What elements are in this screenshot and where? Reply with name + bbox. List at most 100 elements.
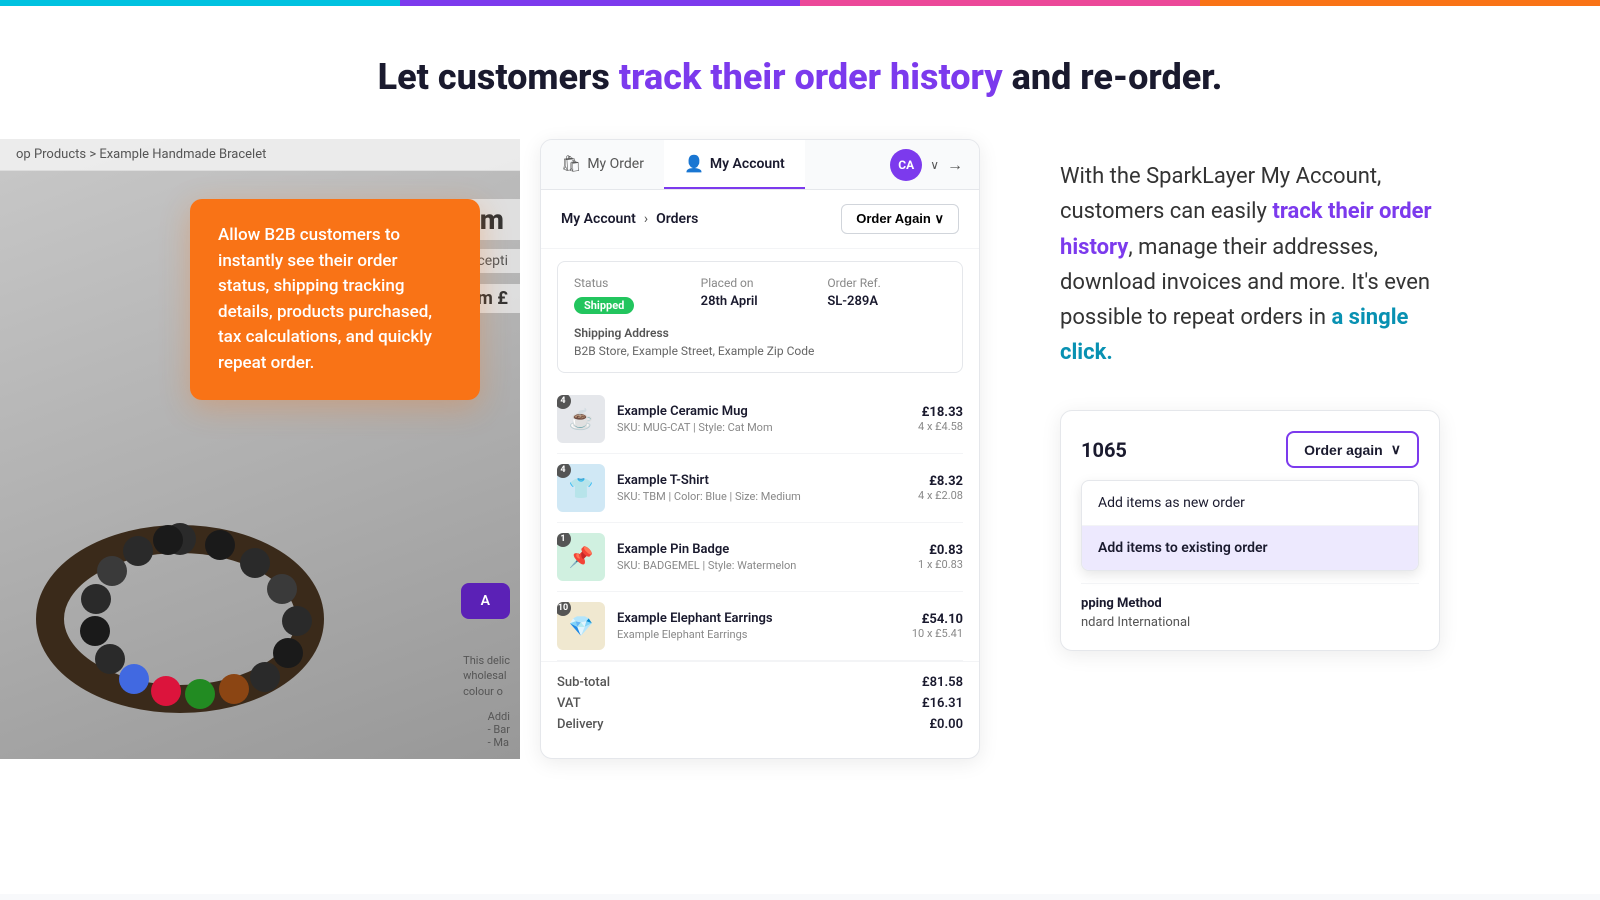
page-breadcrumb: op Products > Example Handmade Bracelet <box>0 139 520 171</box>
price-unit-1: 4 x £4.58 <box>918 420 963 433</box>
nav-my-account[interactable]: 👤 My Account <box>664 140 805 189</box>
shipping-method-value: ndard International <box>1081 615 1419 630</box>
order-again-dropdown: Add items as new order Add items to exis… <box>1081 480 1419 571</box>
order-number: 1065 <box>1081 438 1127 462</box>
nav-right-controls: CA ∨ → <box>890 149 979 181</box>
left-panel: op Products > Example Handmade Bracelet … <box>0 139 520 759</box>
product-row: 10 💎 Example Elephant Earrings Example E… <box>557 592 963 661</box>
breadcrumb-parent[interactable]: My Account <box>561 211 636 227</box>
page-wrapper: Let customers track their order history … <box>0 0 1600 894</box>
product-price-1: £18.33 4 x £4.58 <box>918 405 963 433</box>
hero-suffix: and re-order. <box>1003 56 1223 98</box>
description-partial: This delic wholesal colour o <box>463 653 510 699</box>
right-panel: With the SparkLayer My Account, customer… <box>1000 139 1600 759</box>
product-thumb-3: 1 📌 <box>557 533 605 581</box>
status-column: Status Shipped <box>574 276 693 314</box>
product-name-2: Example T-Shirt <box>617 473 906 488</box>
nav-my-order-label: My Order <box>587 156 644 172</box>
nav-my-account-label: My Account <box>710 156 785 172</box>
avatar: CA <box>890 149 922 181</box>
product-thumb-4: 10 💎 <box>557 602 605 650</box>
arrow-right-icon[interactable]: → <box>947 155 963 175</box>
panel-breadcrumb: My Account › Orders Order Again ∨ <box>541 190 979 249</box>
placed-on-value: 28th April <box>701 294 820 309</box>
product-row: 4 ☕ Example Ceramic Mug SKU: MUG-CAT | S… <box>557 385 963 454</box>
order-ref-value: SL-289A <box>827 294 946 309</box>
shipping-method-label-text: pping Method <box>1081 596 1162 611</box>
desc-line-3: colour o <box>463 684 510 699</box>
product-name-4: Example Elephant Earrings <box>617 611 900 626</box>
dropdown-item-existing-order[interactable]: Add items to existing order <box>1082 526 1418 570</box>
nav-my-order[interactable]: 🛍 My Order <box>541 140 664 189</box>
center-nav: 🛍 My Order 👤 My Account CA ∨ → <box>541 140 979 190</box>
product-sku-2: SKU: TBM | Color: Blue | Size: Medium <box>617 490 906 503</box>
subtotal-row: Sub-total £81.58 <box>557 672 963 693</box>
order-again-header: 1065 Order again ∨ <box>1081 431 1419 468</box>
shipping-address-value: B2B Store, Example Street, Example Zip C… <box>574 344 946 358</box>
price-total-4: £54.10 <box>912 612 963 627</box>
desc-line-2: wholesal <box>463 668 510 683</box>
product-row: 1 📌 Example Pin Badge SKU: BADGEMEL | St… <box>557 523 963 592</box>
order-ref-label: Order Ref. <box>827 276 946 290</box>
order-again-button[interactable]: Order Again ∨ <box>841 204 959 234</box>
price-total-3: £0.83 <box>918 543 963 558</box>
order-again-chevron: ∨ <box>1391 441 1401 458</box>
add-to-cart-partial[interactable]: A <box>461 583 510 619</box>
shipping-method-label: pping Method <box>1081 596 1419 611</box>
top-bar-cyan <box>0 0 400 6</box>
product-info-2: Example T-Shirt SKU: TBM | Color: Blue |… <box>617 473 906 503</box>
price-unit-3: 1 x £0.83 <box>918 558 963 571</box>
vat-row: VAT £16.31 <box>557 693 963 714</box>
order-totals: Sub-total £81.58 VAT £16.31 Delivery £0.… <box>541 661 979 745</box>
top-bar-orange <box>1200 0 1600 6</box>
order-ref-column: Order Ref. SL-289A <box>827 276 946 314</box>
price-total-1: £18.33 <box>918 405 963 420</box>
tshirt-emoji: 👕 <box>569 476 594 500</box>
subtotal-label: Sub-total <box>557 675 610 690</box>
product-price-3: £0.83 1 x £0.83 <box>918 543 963 571</box>
product-price-2: £8.32 4 x £2.08 <box>918 474 963 502</box>
product-sku-1: SKU: MUG-CAT | Style: Cat Mom <box>617 421 906 434</box>
person-icon: 👤 <box>684 154 704 173</box>
tooltip-text: Allow B2B customers to instantly see the… <box>218 225 432 373</box>
price-unit-4: 10 x £5.41 <box>912 627 963 640</box>
add-info-1: Addi <box>488 710 510 723</box>
order-again-label: Order Again ∨ <box>856 211 944 227</box>
desc-line-1: This delic <box>463 653 510 668</box>
price-total-2: £8.32 <box>918 474 963 489</box>
subtotal-value: £81.58 <box>922 675 963 690</box>
vat-label: VAT <box>557 696 581 711</box>
shipping-method-section: pping Method ndard International <box>1081 583 1419 630</box>
product-sku-4: Example Elephant Earrings <box>617 628 900 641</box>
dropdown-item-new-order[interactable]: Add items as new order <box>1082 481 1418 526</box>
product-price-4: £54.10 10 x £5.41 <box>912 612 963 640</box>
breadcrumb-separator: › <box>644 211 648 227</box>
product-info-3: Example Pin Badge SKU: BADGEMEL | Style:… <box>617 542 906 572</box>
top-bar-pink <box>800 0 1200 6</box>
breadcrumb-current: Orders <box>656 211 698 227</box>
mug-emoji: ☕ <box>569 407 594 431</box>
bag-icon: 🛍 <box>561 154 581 173</box>
order-info-grid: Status Shipped Placed on 28th April Orde… <box>574 276 946 314</box>
product-name-3: Example Pin Badge <box>617 542 906 557</box>
price-unit-2: 4 x £2.08 <box>918 489 963 502</box>
dropdown-item-new-order-label: Add items as new order <box>1098 495 1245 511</box>
bracelet-image <box>20 419 340 739</box>
chevron-down-icon[interactable]: ∨ <box>930 158 939 172</box>
hero-prefix: Let customers <box>378 56 619 98</box>
pin-emoji: 📌 <box>569 545 594 569</box>
status-badge: Shipped <box>574 297 634 314</box>
order-again-trigger-button[interactable]: Order again ∨ <box>1286 431 1419 468</box>
add-info-2: - Bar <box>488 723 510 736</box>
dropdown-item-existing-order-label: Add items to existing order <box>1098 540 1268 556</box>
order-again-trigger-label: Order again <box>1304 442 1383 458</box>
content-area: op Products > Example Handmade Bracelet … <box>0 139 1600 759</box>
add-info-3: - Ma <box>488 736 510 749</box>
hero-highlight: track their order history <box>619 56 1003 98</box>
delivery-label: Delivery <box>557 717 603 732</box>
top-color-bar <box>0 0 1600 6</box>
delivery-row: Delivery £0.00 <box>557 714 963 735</box>
vat-value: £16.31 <box>922 696 963 711</box>
additional-info-partial: Addi - Bar - Ma <box>488 710 510 749</box>
product-thumb-2: 4 👕 <box>557 464 605 512</box>
